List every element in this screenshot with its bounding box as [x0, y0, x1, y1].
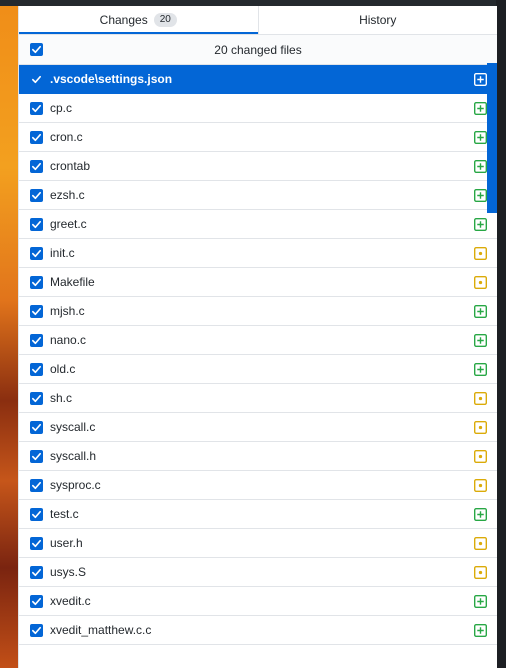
file-checkbox[interactable] — [30, 101, 43, 115]
file-added-icon — [474, 72, 487, 86]
file-row[interactable]: mjsh.c — [19, 297, 497, 326]
file-name: test.c — [50, 507, 79, 521]
file-modified-icon — [474, 536, 487, 550]
file-checkbox[interactable] — [30, 478, 43, 492]
file-row[interactable]: Makefile — [19, 268, 497, 297]
file-added-icon — [474, 101, 487, 115]
file-name: greet.c — [50, 217, 87, 231]
scrollbar-thumb[interactable] — [487, 63, 497, 213]
file-checkbox[interactable] — [30, 420, 43, 434]
file-row[interactable]: cp.c — [19, 94, 497, 123]
file-modified-icon — [474, 391, 487, 405]
file-checkbox[interactable] — [30, 391, 43, 405]
file-checkbox[interactable] — [30, 333, 43, 347]
file-checkbox[interactable] — [30, 73, 43, 86]
file-row[interactable]: sysproc.c — [19, 471, 497, 500]
file-modified-icon — [474, 420, 487, 434]
file-name: nano.c — [50, 333, 87, 347]
select-all-checkbox[interactable] — [30, 43, 43, 56]
file-row[interactable]: nano.c — [19, 326, 497, 355]
file-modified-icon — [474, 449, 487, 463]
file-row[interactable]: sh.c — [19, 384, 497, 413]
file-name: mjsh.c — [50, 304, 85, 318]
file-checkbox[interactable] — [30, 362, 43, 376]
changes-count-badge: 20 — [153, 13, 177, 27]
file-added-icon — [474, 594, 487, 608]
file-added-icon — [474, 304, 487, 318]
file-checkbox[interactable] — [30, 275, 43, 289]
file-added-icon — [474, 333, 487, 347]
file-row[interactable]: syscall.h — [19, 442, 497, 471]
tab-changes[interactable]: Changes 20 — [19, 6, 258, 34]
file-row[interactable]: usys.S — [19, 558, 497, 587]
window-edge — [496, 0, 506, 668]
file-added-icon — [474, 217, 487, 231]
file-checkbox[interactable] — [30, 449, 43, 463]
file-checkbox[interactable] — [30, 304, 43, 318]
changed-files-header: 20 changed files — [19, 35, 497, 65]
file-modified-icon — [474, 478, 487, 492]
file-row[interactable]: old.c — [19, 355, 497, 384]
file-checkbox[interactable] — [30, 217, 43, 231]
file-checkbox[interactable] — [30, 246, 43, 260]
file-added-icon — [474, 188, 487, 202]
file-row[interactable]: greet.c — [19, 210, 497, 239]
file-name: cron.c — [50, 130, 83, 144]
file-name: cp.c — [50, 101, 73, 115]
tab-bar: Changes 20 History — [19, 6, 497, 35]
changes-panel: Changes 20 History 20 changed files .vsc… — [18, 6, 497, 668]
file-checkbox[interactable] — [30, 130, 43, 144]
tab-history[interactable]: History — [257, 6, 498, 34]
file-row[interactable]: .vscode\settings.json — [19, 65, 497, 94]
file-row[interactable]: xvedit.c — [19, 587, 497, 616]
file-name: syscall.c — [50, 420, 96, 434]
file-name: init.c — [50, 246, 75, 260]
file-row[interactable]: xvedit_matthew.c.c — [19, 616, 497, 645]
file-list: .vscode\settings.json cp.c cron.c crontab ez… — [19, 65, 497, 645]
file-row[interactable]: init.c — [19, 239, 497, 268]
file-row[interactable]: crontab — [19, 152, 497, 181]
file-modified-icon — [474, 246, 487, 260]
file-name: crontab — [50, 159, 91, 173]
file-modified-icon — [474, 275, 487, 289]
file-row[interactable]: user.h — [19, 529, 497, 558]
file-name: xvedit.c — [50, 594, 91, 608]
file-name: .vscode\settings.json — [50, 72, 173, 86]
file-checkbox[interactable] — [30, 623, 43, 637]
file-added-icon — [474, 362, 487, 376]
file-row[interactable]: ezsh.c — [19, 181, 497, 210]
file-added-icon — [474, 130, 487, 144]
file-name: xvedit_matthew.c.c — [50, 623, 152, 637]
tab-changes-label: Changes — [99, 13, 148, 27]
file-checkbox[interactable] — [30, 507, 43, 521]
file-checkbox[interactable] — [30, 536, 43, 550]
file-name: Makefile — [50, 275, 95, 289]
file-checkbox[interactable] — [30, 565, 43, 579]
file-name: sysproc.c — [50, 478, 101, 492]
file-added-icon — [474, 623, 487, 637]
file-name: old.c — [50, 362, 76, 376]
desktop-background — [0, 0, 18, 668]
tab-history-label: History — [359, 13, 397, 27]
changed-files-count: 20 changed files — [214, 42, 302, 57]
file-name: ezsh.c — [50, 188, 85, 202]
file-checkbox[interactable] — [30, 594, 43, 608]
file-added-icon — [474, 507, 487, 521]
file-checkbox[interactable] — [30, 188, 43, 202]
file-added-icon — [474, 159, 487, 173]
file-row[interactable]: test.c — [19, 500, 497, 529]
file-row[interactable]: cron.c — [19, 123, 497, 152]
file-row[interactable]: syscall.c — [19, 413, 497, 442]
file-name: sh.c — [50, 391, 73, 405]
file-name: user.h — [50, 536, 83, 550]
file-modified-icon — [474, 565, 487, 579]
file-name: usys.S — [50, 565, 87, 579]
file-checkbox[interactable] — [30, 159, 43, 173]
file-name: syscall.h — [50, 449, 97, 463]
